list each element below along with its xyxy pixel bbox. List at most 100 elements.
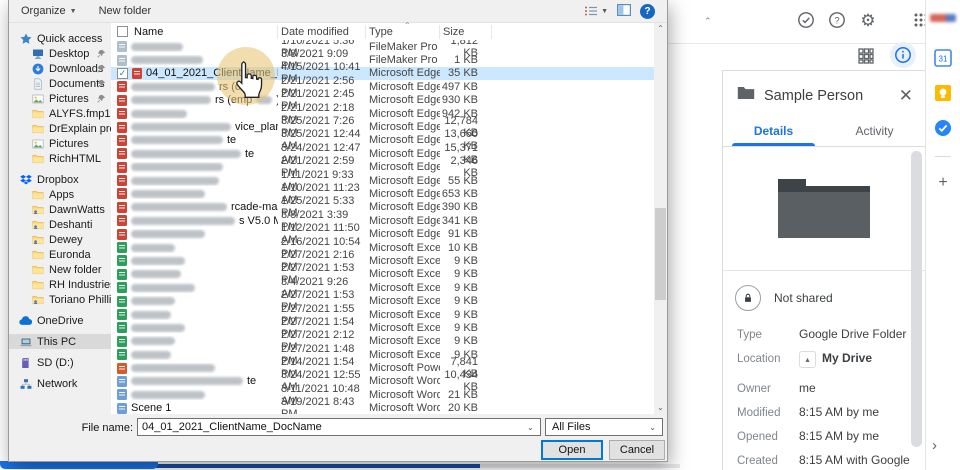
sidebar-item-onedrive[interactable]: OneDrive: [9, 313, 111, 328]
file-row[interactable]: rs (clie2/21/2021 2:56 PMMicrosoft Edge …: [111, 80, 654, 93]
picture-icon: [31, 92, 44, 105]
file-type: Microsoft Excel W...: [366, 282, 440, 294]
sidebar-item-downloads[interactable]: Downloads: [9, 61, 111, 76]
pdf-file-icon: [117, 188, 127, 199]
tasks-icon[interactable]: [934, 119, 952, 137]
offline-status-icon[interactable]: [796, 10, 816, 30]
sidebar-item-rh-industries[interactable]: RH Industries: [9, 277, 111, 292]
change-view-button[interactable]: ▼: [584, 5, 608, 17]
close-icon[interactable]: ✕: [899, 87, 913, 104]
redacted-file-name: [131, 190, 205, 198]
tab-activity[interactable]: Activity: [824, 115, 925, 146]
redacted-file-name: [131, 311, 171, 319]
file-row[interactable]: 3/11/2021 10:48 AMMicrosoft Word D...21 …: [111, 388, 654, 401]
settings-icon[interactable]: ⚙: [858, 10, 878, 30]
column-header-date-modified[interactable]: Date modified: [278, 25, 366, 39]
dialog-help-icon[interactable]: ?: [640, 4, 655, 19]
file-row[interactable]: te3/24/2021 12:47 AMMicrosoft Edge PD...…: [111, 147, 654, 160]
file-size: 35 KB: [440, 67, 492, 79]
sidebar-item-euronda[interactable]: Euronda: [9, 247, 111, 262]
file-type: Microsoft Edge PD...: [366, 175, 440, 187]
file-row[interactable]: 1/10/2021 11:23 AMMicrosoft Edge PD...65…: [111, 187, 654, 200]
help-icon[interactable]: ?: [827, 10, 847, 30]
file-row[interactable]: 2/27/2021 1:53 PMMicrosoft Excel W...9 K…: [111, 268, 654, 281]
folder-icon: [31, 107, 44, 120]
sidebar-item-documents[interactable]: Documents: [9, 76, 111, 91]
select-all-checkbox[interactable]: [117, 26, 128, 37]
get-addons-icon[interactable]: +: [934, 174, 952, 192]
cancel-button[interactable]: Cancel: [609, 440, 665, 460]
sidebar-item-dropbox[interactable]: Dropbox: [9, 172, 111, 187]
file-row[interactable]: 1/10/2021 5:36 PMFileMaker Pro Dat...1,8…: [111, 40, 654, 53]
file-name-text: s V5.0 MAR 2...: [239, 215, 278, 227]
sidebar-item-dawnwatts[interactable]: DawnWatts: [9, 202, 111, 217]
file-row[interactable]: 2/27/2021 2:12 PMMicrosoft Excel W...9 K…: [111, 335, 654, 348]
file-row[interactable]: te3/24/2021 12:55 AMMicrosoft Word D...1…: [111, 375, 654, 388]
info-icon[interactable]: [890, 42, 916, 68]
sidebar-item-drexplain-projects[interactable]: DrExplain projects: [9, 121, 111, 136]
file-row[interactable]: 1/12/2021 11:50 AMMicrosoft Edge PD...91…: [111, 227, 654, 240]
sidebar-item-deshanti[interactable]: Deshanti: [9, 217, 111, 232]
file-type: Microsoft Edge PD...: [366, 121, 440, 133]
scroll-up-icon[interactable]: ⌃: [654, 23, 667, 35]
sidebar-item-pictures[interactable]: Pictures: [9, 91, 111, 106]
file-row[interactable]: 2/14/2021 1:54 PMMicrosoft PowerPo...7,8…: [111, 361, 654, 374]
preview-pane-button[interactable]: [617, 4, 631, 19]
file-name-input[interactable]: [137, 418, 541, 436]
sidebar-item-this-pc[interactable]: This PC: [9, 334, 111, 349]
list-column-headers: ⌃ NameDate modifiedTypeSize: [111, 23, 667, 40]
panel-scrollbar[interactable]: [911, 151, 922, 447]
file-row[interactable]: rcade-machin...1/25/2021 5:33 PMMicrosof…: [111, 201, 654, 214]
calendar-icon[interactable]: 31: [934, 49, 952, 67]
file-row[interactable]: 3/8/2021 9:09 PMFileMaker Pro Sna...1 KB: [111, 53, 654, 66]
sidebar-item-alyfs-fmp12-2021-0[interactable]: ALYFS.fmp12.2021-0: [9, 106, 111, 121]
sidebar-item-network[interactable]: Network: [9, 376, 111, 391]
sidebar-item-apps[interactable]: Apps: [9, 187, 111, 202]
file-type-select[interactable]: All Files ⌄: [545, 418, 663, 436]
list-scrollbar[interactable]: ⌃ ⌄: [654, 23, 667, 414]
panel-title: Sample Person: [764, 88, 890, 104]
scrollbar-thumb[interactable]: [655, 208, 666, 300]
organize-button[interactable]: Organize ▼: [17, 3, 81, 19]
file-row[interactable]: s V5.0 MAR 2...3/8/2021 3:39 PMMicrosoft…: [111, 214, 654, 227]
file-row[interactable]: 2/21/2021 2:59 PMMicrosoft Edge PD...2,3…: [111, 161, 654, 174]
file-row[interactable]: 2/27/2021 1:55 PMMicrosoft Excel W...9 K…: [111, 308, 654, 321]
collapse-panel-chevron-icon[interactable]: ›: [932, 437, 937, 454]
open-button[interactable]: Open: [541, 440, 603, 460]
file-row[interactable]: te3/25/2021 12:44 AMMicrosoft Edge PD...…: [111, 134, 654, 147]
sidebar-item-pictures[interactable]: Pictures: [9, 136, 111, 151]
sidebar-item-sd-d[interactable]: SD (D:): [9, 355, 111, 370]
file-row[interactable]: 2/27/2021 1:48 PMMicrosoft Excel W...9 K…: [111, 348, 654, 361]
svg-text:?: ?: [834, 15, 839, 26]
column-header-name[interactable]: Name: [111, 25, 278, 39]
scroll-down-icon[interactable]: ⌄: [654, 402, 667, 414]
file-row[interactable]: 2/27/2021 1:53 PMMicrosoft Excel W...9 K…: [111, 294, 654, 307]
sidebar-item-desktop[interactable]: Desktop: [9, 46, 111, 61]
file-row[interactable]: 3/4/2021 9:26 AMMicrosoft Excel W...9 KB: [111, 281, 654, 294]
side-rail: 31 + ›: [925, 0, 960, 470]
grid-view-icon[interactable]: [857, 47, 875, 65]
file-checkbox[interactable]: ✓: [117, 68, 128, 79]
file-row[interactable]: 2/16/2021 10:54 PMMicrosoft Excel W...10…: [111, 241, 654, 254]
file-row[interactable]: vice_plan3/25/2021 7:26 PMMicrosoft Edge…: [111, 120, 654, 133]
new-folder-button[interactable]: New folder: [95, 3, 156, 19]
file-row[interactable]: rs (emp)2/21/2021 2:45 PMMicrosoft Edge …: [111, 94, 654, 107]
column-header-size[interactable]: Size: [440, 25, 492, 39]
sidebar-item-richhtml[interactable]: RichHTML: [9, 151, 111, 166]
tab-details[interactable]: Details: [723, 115, 824, 146]
redacted-file-name: [131, 136, 223, 144]
sidebar-item-toriano-phillips[interactable]: Toriano Phillips: [9, 292, 111, 307]
file-row[interactable]: 2/27/2021 1:54 PMMicrosoft Excel W...9 K…: [111, 321, 654, 334]
sidebar-item-new-folder[interactable]: New folder: [9, 262, 111, 277]
column-header-type[interactable]: Type: [366, 25, 440, 39]
sidebar-item-dewey[interactable]: Dewey: [9, 232, 111, 247]
keep-icon[interactable]: [934, 84, 952, 102]
sidebar-item-quick-access[interactable]: Quick access: [9, 31, 111, 46]
file-row[interactable]: 1/11/2021 9:33 AMMicrosoft Edge PD...55 …: [111, 174, 654, 187]
chevron-down-icon[interactable]: ⌄: [527, 423, 534, 432]
file-row-selected[interactable]: ✓04_01_2021_ClientName_DocName4/15/2021 …: [111, 67, 654, 80]
redacted-file-name: [131, 377, 243, 385]
file-row[interactable]: 2/21/2021 2:18 PMMicrosoft Edge PD...942…: [111, 107, 654, 120]
file-row[interactable]: 2/27/2021 2:16 PMMicrosoft Excel W...9 K…: [111, 254, 654, 267]
file-row[interactable]: Scene 13/19/2021 8:43 PMMicrosoft Word D…: [111, 402, 654, 414]
